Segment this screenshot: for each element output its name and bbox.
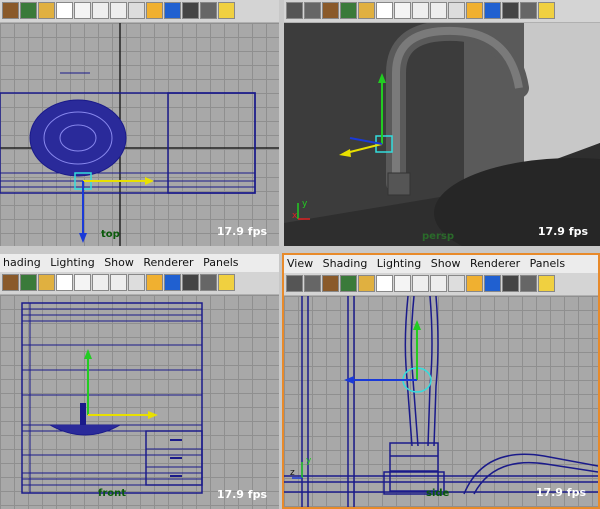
grid-icon[interactable] xyxy=(358,275,375,292)
viewport-canvas[interactable]: top 17.9 fps xyxy=(0,23,279,246)
view-label: persp xyxy=(422,231,454,242)
book-icon[interactable] xyxy=(2,274,19,291)
eye-icon[interactable] xyxy=(376,275,393,292)
menu-renderer[interactable]: Renderer xyxy=(143,256,193,269)
layers-icon[interactable] xyxy=(20,274,37,291)
view-label: side xyxy=(426,488,450,499)
camera-icon[interactable] xyxy=(286,275,303,292)
viewport-front[interactable]: hading Lighting Show Renderer Panels fro… xyxy=(0,254,279,509)
viewport-toolbar xyxy=(0,0,279,23)
grid-icon[interactable] xyxy=(110,2,127,19)
view-label: top xyxy=(101,229,120,240)
grid-icon[interactable] xyxy=(38,2,55,19)
cube-solid-icon[interactable] xyxy=(520,2,537,19)
layers-icon[interactable] xyxy=(20,2,37,19)
grid-icon[interactable] xyxy=(110,274,127,291)
view-label: front xyxy=(98,488,127,499)
light-bulb-icon[interactable] xyxy=(538,275,555,292)
eye-icon[interactable] xyxy=(56,274,73,291)
menu-lighting[interactable]: Lighting xyxy=(50,256,94,269)
fps-readout: 17.9 fps xyxy=(537,225,588,238)
grid-icon[interactable] xyxy=(38,274,55,291)
viewport-top[interactable]: top 17.9 fps xyxy=(0,0,279,246)
viewport-canvas[interactable]: front 17.9 fps xyxy=(0,295,279,509)
viewport-toolbar xyxy=(284,0,600,23)
panel-menubar: hading Lighting Show Renderer Panels xyxy=(0,254,279,272)
grid-icon[interactable] xyxy=(412,2,429,19)
menu-show[interactable]: Show xyxy=(431,257,461,270)
light-bulb-icon[interactable] xyxy=(538,2,555,19)
menu-renderer[interactable]: Renderer xyxy=(470,257,520,270)
front-view-wireframe xyxy=(21,302,203,494)
cube-wire-icon[interactable] xyxy=(146,2,163,19)
light-bulb-icon[interactable] xyxy=(218,274,235,291)
viewport-persp[interactable]: y x persp 17.9 fps xyxy=(284,0,600,246)
viewport-toolbar xyxy=(0,272,279,295)
layers-icon[interactable] xyxy=(340,275,357,292)
cube-solid-icon[interactable] xyxy=(520,275,537,292)
menu-lighting[interactable]: Lighting xyxy=(377,257,421,270)
layers-icon[interactable] xyxy=(340,2,357,19)
menu-view[interactable]: View xyxy=(287,257,313,270)
grid-icon[interactable] xyxy=(92,274,109,291)
light-bulb-icon[interactable] xyxy=(218,2,235,19)
menu-shading[interactable]: hading xyxy=(3,256,41,269)
menu-panels[interactable]: Panels xyxy=(530,257,565,270)
book-icon[interactable] xyxy=(322,275,339,292)
cube-wire-icon[interactable] xyxy=(466,275,483,292)
cube-solid-icon[interactable] xyxy=(484,2,501,19)
fps-readout: 17.9 fps xyxy=(216,488,267,501)
circle-icon[interactable] xyxy=(394,275,411,292)
viewport-toolbar xyxy=(284,273,598,296)
eye-icon[interactable] xyxy=(376,2,393,19)
circle-icon[interactable] xyxy=(74,2,91,19)
grid-icon[interactable] xyxy=(412,275,429,292)
text-icon[interactable] xyxy=(128,274,145,291)
cube-solid-icon[interactable] xyxy=(182,2,199,19)
viewport-canvas[interactable]: y x persp 17.9 fps xyxy=(284,23,600,246)
grid-icon[interactable] xyxy=(92,2,109,19)
axis-z-label: z xyxy=(290,468,295,478)
text-icon[interactable] xyxy=(448,2,465,19)
viewport-side[interactable]: View Shading Lighting Show Renderer Pane… xyxy=(282,253,600,509)
persp-render xyxy=(284,23,600,246)
axis-y-label: y xyxy=(302,199,308,209)
grid-icon[interactable] xyxy=(430,2,447,19)
book-icon[interactable] xyxy=(322,2,339,19)
axis-y-label: y xyxy=(306,456,312,466)
side-view-wireframe xyxy=(284,296,598,507)
cube-solid-icon[interactable] xyxy=(164,2,181,19)
viewport-canvas[interactable]: y z side 17.9 fps xyxy=(284,296,598,507)
cube-solid-icon[interactable] xyxy=(182,274,199,291)
eye-icon[interactable] xyxy=(56,2,73,19)
cube-solid-icon[interactable] xyxy=(502,275,519,292)
film-icon[interactable] xyxy=(304,275,321,292)
cube-solid-icon[interactable] xyxy=(502,2,519,19)
circle-icon[interactable] xyxy=(74,274,91,291)
menu-shading[interactable]: Shading xyxy=(323,257,368,270)
cube-solid-icon[interactable] xyxy=(164,274,181,291)
camera-icon[interactable] xyxy=(286,2,303,19)
axis-x-label: x xyxy=(292,211,298,221)
grid-icon[interactable] xyxy=(358,2,375,19)
cube-solid-icon[interactable] xyxy=(200,2,217,19)
fps-readout: 17.9 fps xyxy=(535,486,586,499)
cube-wire-icon[interactable] xyxy=(146,274,163,291)
cube-solid-icon[interactable] xyxy=(484,275,501,292)
menu-panels[interactable]: Panels xyxy=(203,256,238,269)
panel-menubar: View Shading Lighting Show Renderer Pane… xyxy=(284,255,598,273)
fps-readout: 17.9 fps xyxy=(216,225,267,238)
text-icon[interactable] xyxy=(128,2,145,19)
cube-wire-icon[interactable] xyxy=(466,2,483,19)
film-icon[interactable] xyxy=(304,2,321,19)
grid-icon[interactable] xyxy=(430,275,447,292)
circle-icon[interactable] xyxy=(394,2,411,19)
menu-show[interactable]: Show xyxy=(104,256,134,269)
top-view-wireframe xyxy=(0,23,279,246)
text-icon[interactable] xyxy=(448,275,465,292)
cube-solid-icon[interactable] xyxy=(200,274,217,291)
book-icon[interactable] xyxy=(2,2,19,19)
